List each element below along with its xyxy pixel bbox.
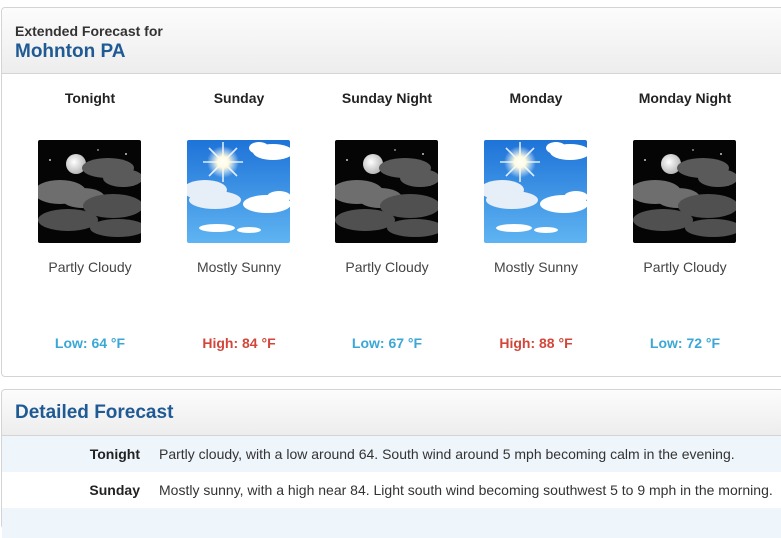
- detailed-forecast-row: Tonight Partly cloudy, with a low around…: [2, 436, 781, 472]
- extended-forecast-header: Extended Forecast for Mohnton PA: [2, 8, 781, 74]
- period-temperature: High: 88 °F: [499, 335, 573, 351]
- period-temperature: Low: 72 °F: [649, 335, 721, 351]
- forecast-period[interactable]: Monday Mostly Sunny High: 88 °F: [466, 74, 606, 374]
- forecast-period[interactable]: Monday Night Partly Cloudy Low: 72 °F: [615, 74, 755, 374]
- location-title[interactable]: Mohnton PA: [15, 41, 781, 63]
- detail-period-label: Sunday: [89, 482, 140, 498]
- period-temperature: Low: 67 °F: [351, 335, 423, 351]
- period-name: Monday Night: [638, 90, 732, 106]
- partly-cloudy-night-icon: [38, 140, 141, 243]
- forecast-period[interactable]: Sunday Night Partly Cloudy Low: 67 °F: [317, 74, 457, 374]
- period-short-forecast: Mostly Sunny: [196, 259, 282, 275]
- extended-forecast-subtitle: Extended Forecast for: [15, 23, 163, 39]
- partly-cloudy-night-icon: [335, 140, 438, 243]
- period-name: Sunday Night: [341, 90, 433, 106]
- period-short-forecast: Partly Cloudy: [48, 259, 132, 275]
- detailed-forecast-row: [2, 508, 781, 538]
- period-short-forecast: Partly Cloudy: [643, 259, 727, 275]
- period-temperature: Low: 64 °F: [54, 335, 126, 351]
- detail-period-label: Tonight: [89, 446, 140, 462]
- forecast-period[interactable]: Tonight Partly Cloudy Low: 64 °F: [20, 74, 160, 374]
- detail-period-text: Partly cloudy, with a low around 64. Sou…: [159, 446, 735, 462]
- detail-period-text: Mostly sunny, with a high near 84. Light…: [159, 482, 773, 498]
- mostly-sunny-icon: [484, 140, 587, 243]
- partly-cloudy-night-icon: [633, 140, 736, 243]
- forecast-periods: Tonight Partly Cloudy Low: 64 °F Sunday …: [2, 74, 781, 374]
- period-name: Sunday: [213, 90, 265, 106]
- forecast-period[interactable]: Sunday Mostly Sunny High: 84 °F: [169, 74, 309, 374]
- period-short-forecast: Mostly Sunny: [493, 259, 579, 275]
- period-short-forecast: Partly Cloudy: [345, 259, 429, 275]
- mostly-sunny-icon: [187, 140, 290, 243]
- detailed-forecast-row: Sunday Mostly sunny, with a high near 84…: [2, 472, 781, 508]
- detailed-forecast-title: Detailed Forecast: [2, 390, 781, 436]
- period-temperature: High: 84 °F: [202, 335, 276, 351]
- detailed-forecast-panel: Detailed Forecast Tonight Partly cloudy,…: [1, 389, 781, 538]
- period-name: Monday: [509, 90, 563, 106]
- period-name: Tonight: [64, 90, 116, 106]
- extended-forecast-panel: Extended Forecast for Mohnton PA Tonight: [1, 7, 781, 377]
